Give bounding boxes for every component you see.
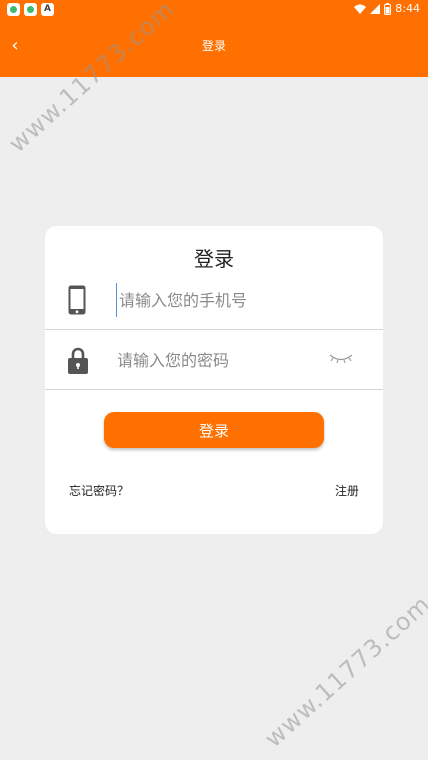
a-notification-icon: A [41,3,54,16]
password-input[interactable] [117,343,337,377]
phone-field [45,270,383,330]
password-field [45,330,383,390]
app-header: A 8:44 ‹ 登录 [0,0,428,77]
signal-icon [370,4,381,14]
eye-closed-icon[interactable] [329,352,353,366]
lock-icon [68,347,88,374]
register-link[interactable]: 注册 [335,483,359,499]
page-title: 登录 [201,39,226,53]
login-title: 登录 [194,247,234,271]
notification-icons: A [7,3,54,16]
phone-icon [68,285,86,315]
system-status: 8:44 [354,2,420,16]
phone-input[interactable] [116,283,336,317]
wifi-icon [354,4,367,14]
app-notification-icon [24,3,37,16]
battery-icon [384,3,392,15]
login-card: 登录 登录 忘记密码？ 注册 [45,226,383,534]
app-notification-icon [7,3,20,16]
status-bar: A 8:44 [0,0,428,20]
status-time: 8:44 [395,2,420,15]
forgot-password-link[interactable]: 忘记密码？ [69,483,129,499]
watermark-bottom: www.11773.com [259,589,428,753]
login-button[interactable]: 登录 [104,412,324,448]
